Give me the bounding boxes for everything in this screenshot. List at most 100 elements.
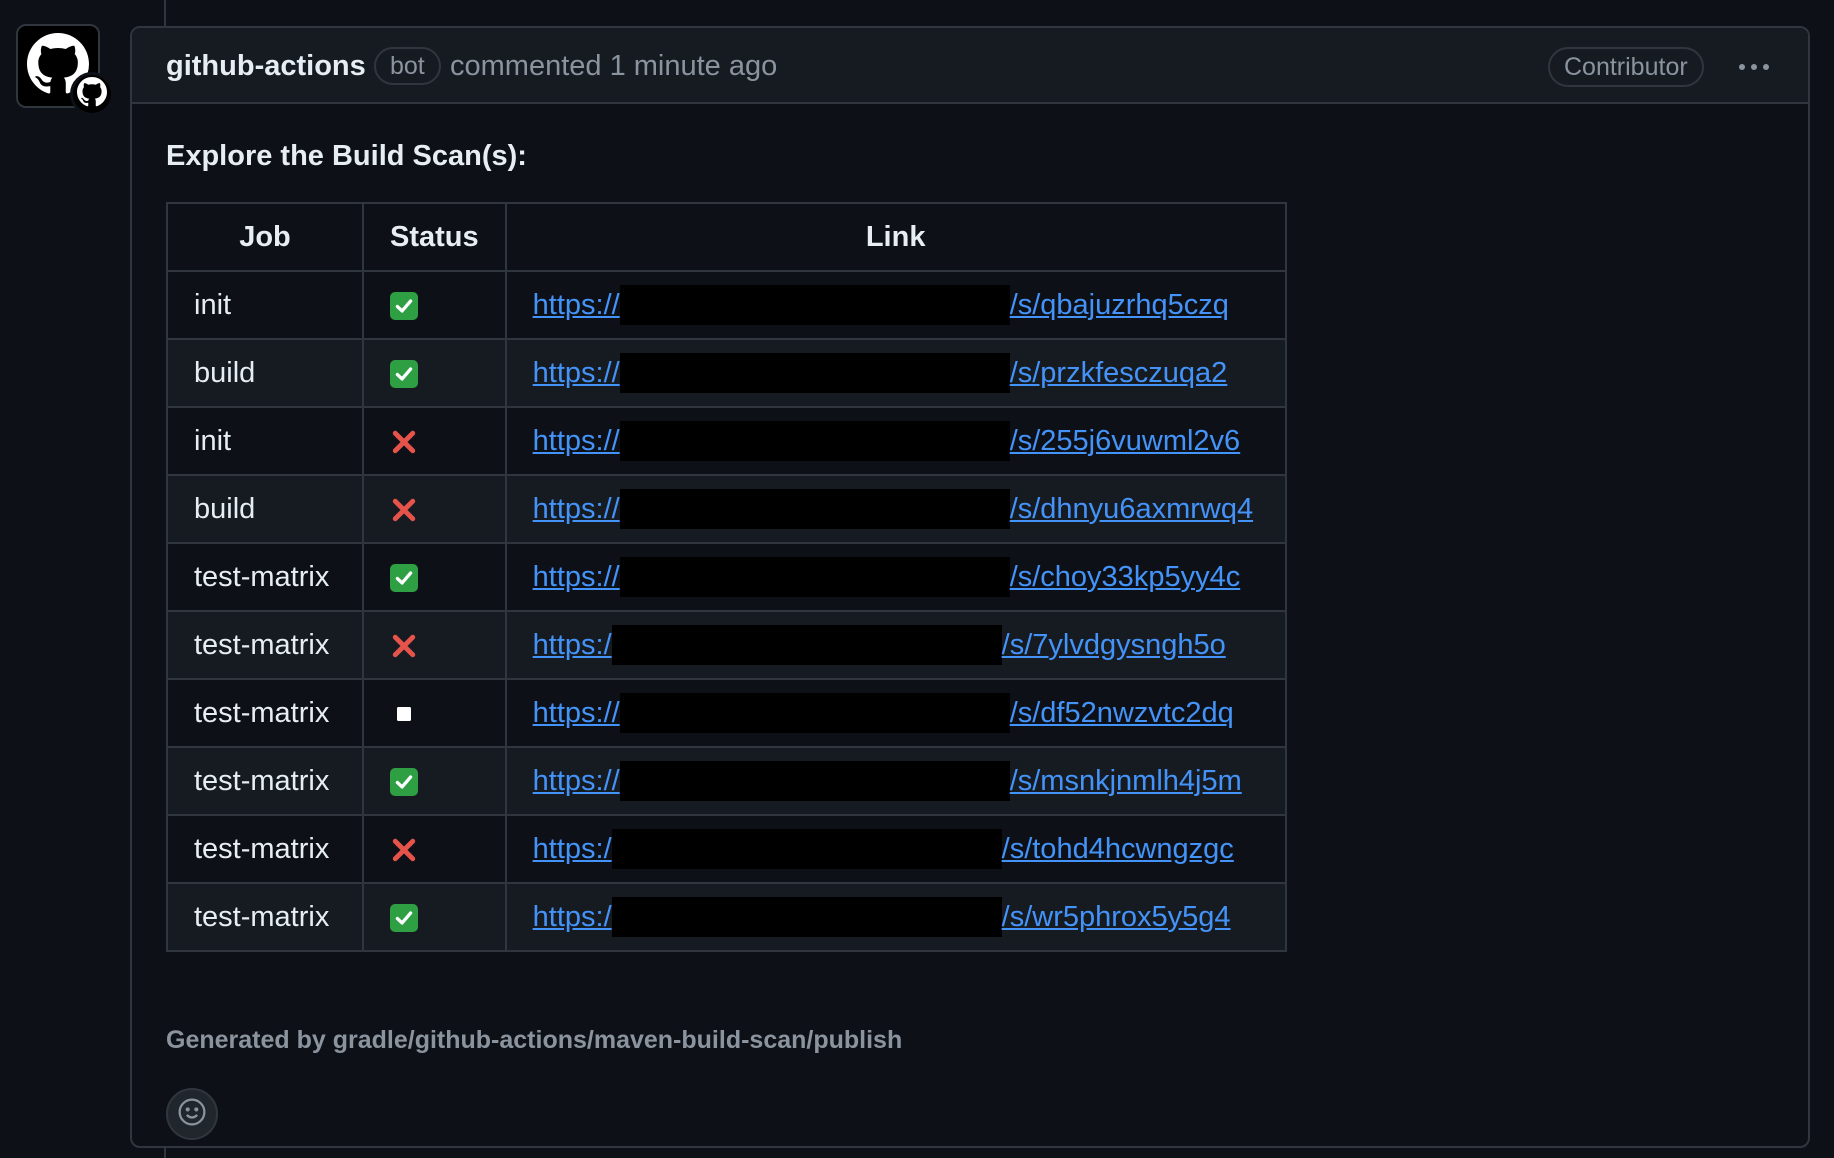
check-mark-button-icon <box>390 903 418 932</box>
link-prefix: https:/ <box>532 832 612 865</box>
cross-mark-icon <box>390 632 418 660</box>
job-cell: test-matrix <box>166 678 364 748</box>
comment-timestamp[interactable]: commented 1 minute ago <box>450 50 777 83</box>
job-cell: test-matrix <box>166 814 364 884</box>
build-scan-link[interactable]: https:// /s/przkfesczuqa2 <box>532 353 1228 393</box>
redacted-host <box>611 897 1002 937</box>
status-cell <box>362 746 507 816</box>
check-mark-button-icon <box>390 291 418 320</box>
build-scan-link[interactable]: https:// /s/dhnyu6axmrwq4 <box>533 489 1253 529</box>
bot-badge <box>70 72 114 116</box>
author-link[interactable]: github-actions <box>166 50 366 83</box>
table-row: test-matrix https:/ /s/wr5phrox5y5g4 <box>166 882 1287 952</box>
link-prefix: https:// <box>532 356 620 389</box>
build-scan-link[interactable]: https:/ /s/wr5phrox5y5g4 <box>533 897 1231 937</box>
build-scan-table: Job Status Link init https:// /s/qbajuzrhq… <box>166 202 1287 952</box>
check-mark-button-icon <box>390 563 418 592</box>
smiley-icon <box>177 1097 207 1132</box>
job-cell: build <box>166 338 364 408</box>
table-row: test-matrix https:// /s/choy33kp5yy4c <box>166 542 1287 612</box>
build-scan-link[interactable]: https:// /s/255j6vuwml2v6 <box>532 421 1241 461</box>
table-header-row: Job Status Link <box>166 202 1287 272</box>
cross-mark-icon <box>390 496 418 524</box>
build-scan-link[interactable]: https:// /s/choy33kp5yy4c <box>532 557 1241 597</box>
status-cell <box>362 882 507 952</box>
link-suffix: /s/dhnyu6axmrwq4 <box>1009 492 1254 525</box>
link-cell: https:/ /s/wr5phrox5y5g4 <box>504 882 1287 952</box>
redacted-host <box>619 761 1010 801</box>
table-row: init https:// /s/qbajuzrhq5czq <box>166 270 1287 340</box>
link-prefix: https:// <box>532 764 620 797</box>
comment-header: github-actions bot commented 1 minute ag… <box>132 28 1808 104</box>
job-cell: test-matrix <box>166 746 364 816</box>
link-prefix: https:// <box>532 560 620 593</box>
job-cell: test-matrix <box>166 542 364 612</box>
kebab-horizontal-icon[interactable] <box>1730 50 1778 84</box>
status-cell <box>362 678 507 748</box>
status-cell <box>362 542 507 612</box>
link-suffix: /s/255j6vuwml2v6 <box>1009 424 1241 457</box>
table-row: test-matrix https:/ /s/7ylvdgysngh5o <box>166 610 1287 680</box>
redacted-host <box>619 421 1010 461</box>
status-cell <box>362 406 507 476</box>
job-cell: test-matrix <box>166 610 364 680</box>
status-cell <box>362 338 507 408</box>
link-suffix: /s/wr5phrox5y5g4 <box>1001 900 1231 933</box>
comment-card: github-actions bot commented 1 minute ag… <box>130 26 1810 1148</box>
job-cell: init <box>166 270 364 340</box>
link-suffix: /s/7ylvdgysngh5o <box>1001 628 1226 661</box>
build-scan-link[interactable]: https:/ /s/tohd4hcwngzgc <box>533 829 1234 869</box>
link-cell: https:// /s/msnkjnmlh4j5m <box>504 746 1287 816</box>
link-prefix: https:// <box>532 696 620 729</box>
generated-by-note: Generated by gradle/github-actions/maven… <box>166 1026 903 1054</box>
link-cell: https:/ /s/7ylvdgysngh5o <box>504 610 1287 680</box>
comment-heading: Explore the Build Scan(s): <box>166 140 527 172</box>
table-row: test-matrix https:// /s/df52nwzvtc2dq <box>166 678 1287 748</box>
redacted-host <box>619 489 1010 529</box>
build-scan-link[interactable]: https:/ /s/7ylvdgysngh5o <box>533 625 1226 665</box>
link-cell: https:// /s/255j6vuwml2v6 <box>504 406 1287 476</box>
cross-mark-icon <box>390 836 418 864</box>
job-cell: test-matrix <box>166 882 364 952</box>
bot-label: bot <box>374 47 441 85</box>
header-job: Job <box>166 202 364 272</box>
status-cell <box>362 814 507 884</box>
link-cell: https:// /s/df52nwzvtc2dq <box>504 678 1287 748</box>
github-mark-icon <box>77 76 107 112</box>
link-prefix: https:/ <box>532 900 612 933</box>
table-row: build https:// /s/dhnyu6axmrwq4 <box>166 474 1287 544</box>
build-scan-link[interactable]: https:// /s/qbajuzrhq5czq <box>533 285 1229 325</box>
redacted-host <box>619 285 1010 325</box>
table-row: build https:// /s/przkfesczuqa2 <box>166 338 1287 408</box>
redacted-host <box>619 557 1010 597</box>
build-scan-link[interactable]: https:// /s/msnkjnmlh4j5m <box>533 761 1242 801</box>
link-suffix: /s/choy33kp5yy4c <box>1009 560 1241 593</box>
job-cell: init <box>166 406 364 476</box>
status-cell <box>362 610 507 680</box>
white-square-button-icon <box>390 700 418 728</box>
contributor-label: Contributor <box>1548 47 1704 87</box>
link-suffix: /s/df52nwzvtc2dq <box>1009 696 1234 729</box>
link-suffix: /s/przkfesczuqa2 <box>1009 356 1228 389</box>
redacted-host <box>611 829 1002 869</box>
redacted-host <box>619 353 1010 393</box>
link-cell: https:/ /s/tohd4hcwngzgc <box>504 814 1287 884</box>
build-scan-link[interactable]: https:// /s/df52nwzvtc2dq <box>533 693 1234 733</box>
link-prefix: https:// <box>532 424 620 457</box>
add-reaction-button[interactable] <box>166 1088 218 1140</box>
link-prefix: https:// <box>532 492 620 525</box>
job-cell: build <box>166 474 364 544</box>
check-mark-button-icon <box>390 767 418 796</box>
header-status: Status <box>362 202 507 272</box>
link-cell: https:// /s/przkfesczuqa2 <box>504 338 1287 408</box>
status-cell <box>362 474 507 544</box>
redacted-host <box>611 625 1002 665</box>
status-cell <box>362 270 507 340</box>
header-link: Link <box>504 202 1287 272</box>
table-row: test-matrix https:/ /s/tohd4hcwngzgc <box>166 814 1287 884</box>
link-suffix: /s/msnkjnmlh4j5m <box>1009 764 1242 797</box>
link-suffix: /s/qbajuzrhq5czq <box>1009 288 1229 321</box>
table-row: init https:// /s/255j6vuwml2v6 <box>166 406 1287 476</box>
table-row: test-matrix https:// /s/msnkjnmlh4j5m <box>166 746 1287 816</box>
link-cell: https:// /s/choy33kp5yy4c <box>504 542 1287 612</box>
